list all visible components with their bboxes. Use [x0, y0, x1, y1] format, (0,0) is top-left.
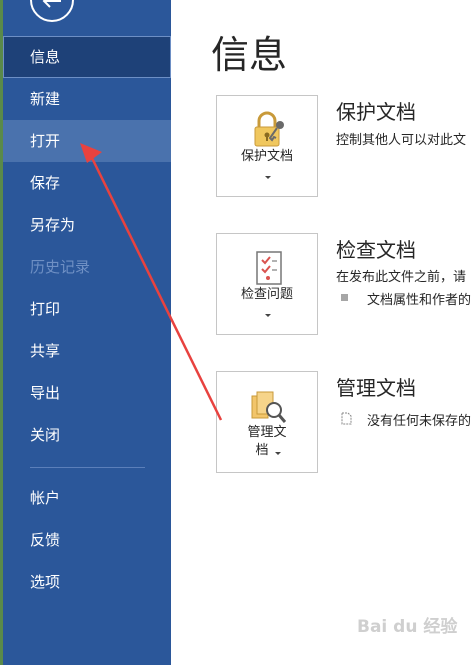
info-panel: 信息 保护文档 保护文档 控制其他人可以对此文 检查问题 检查文档 在发布此文件… — [171, 0, 474, 665]
manage-document-label-line2: 档 — [255, 443, 269, 458]
protect-document-button[interactable]: 保护文档 — [216, 95, 318, 197]
inspect-item-properties: 文档属性和作者的 — [367, 293, 472, 308]
back-button[interactable] — [30, 0, 74, 22]
nav-divider — [30, 467, 145, 468]
manage-docs-icon — [251, 391, 287, 423]
nav-item-print[interactable]: 打印 — [3, 288, 171, 330]
nav-item-save-as[interactable]: 另存为 — [3, 204, 171, 246]
protect-document-label: 保护文档 — [240, 149, 293, 164]
checklist-icon — [256, 251, 282, 285]
backstage-sidebar: 信息 新建 打开 保存 另存为 历史记录 打印 共享 导出 关闭 帐户 反馈 选… — [0, 0, 171, 665]
manage-item-unsaved: 没有任何未保存的 — [367, 414, 472, 429]
protect-section-description: 控制其他人可以对此文 — [336, 133, 467, 148]
inspect-section-title: 检查文档 — [336, 238, 416, 262]
nav-item-account[interactable]: 帐户 — [3, 477, 171, 519]
manage-document-label-line1: 管理文 — [247, 425, 287, 440]
nav-item-export[interactable]: 导出 — [3, 372, 171, 414]
chevron-down-icon — [275, 452, 281, 455]
manage-section-title: 管理文档 — [336, 376, 416, 400]
nav-item-save[interactable]: 保存 — [3, 162, 171, 204]
inspect-section-description: 在发布此文件之前，请 — [336, 270, 467, 285]
document-icon — [341, 412, 352, 425]
nav-item-info[interactable]: 信息 — [3, 36, 171, 78]
nav-item-open[interactable]: 打开 — [3, 120, 171, 162]
manage-document-button[interactable]: 管理文 档 — [216, 371, 318, 473]
check-for-issues-label: 检查问题 — [240, 287, 293, 302]
protect-section-title: 保护文档 — [336, 100, 416, 124]
nav-item-close[interactable]: 关闭 — [3, 414, 171, 456]
back-arrow-icon — [42, 0, 61, 8]
page-title: 信息 — [211, 33, 288, 77]
nav-item-new[interactable]: 新建 — [3, 78, 171, 120]
baidu-watermark: Bai du 经验 — [357, 617, 458, 637]
nav-item-options[interactable]: 选项 — [3, 561, 171, 603]
nav-item-feedback[interactable]: 反馈 — [3, 519, 171, 561]
bullet-icon — [341, 294, 348, 301]
chevron-down-icon — [265, 314, 271, 317]
nav-item-share[interactable]: 共享 — [3, 330, 171, 372]
chevron-down-icon — [265, 176, 271, 179]
check-for-issues-button[interactable]: 检查问题 — [216, 233, 318, 335]
lock-key-icon — [254, 111, 284, 147]
nav-item-history: 历史记录 — [30, 258, 91, 276]
